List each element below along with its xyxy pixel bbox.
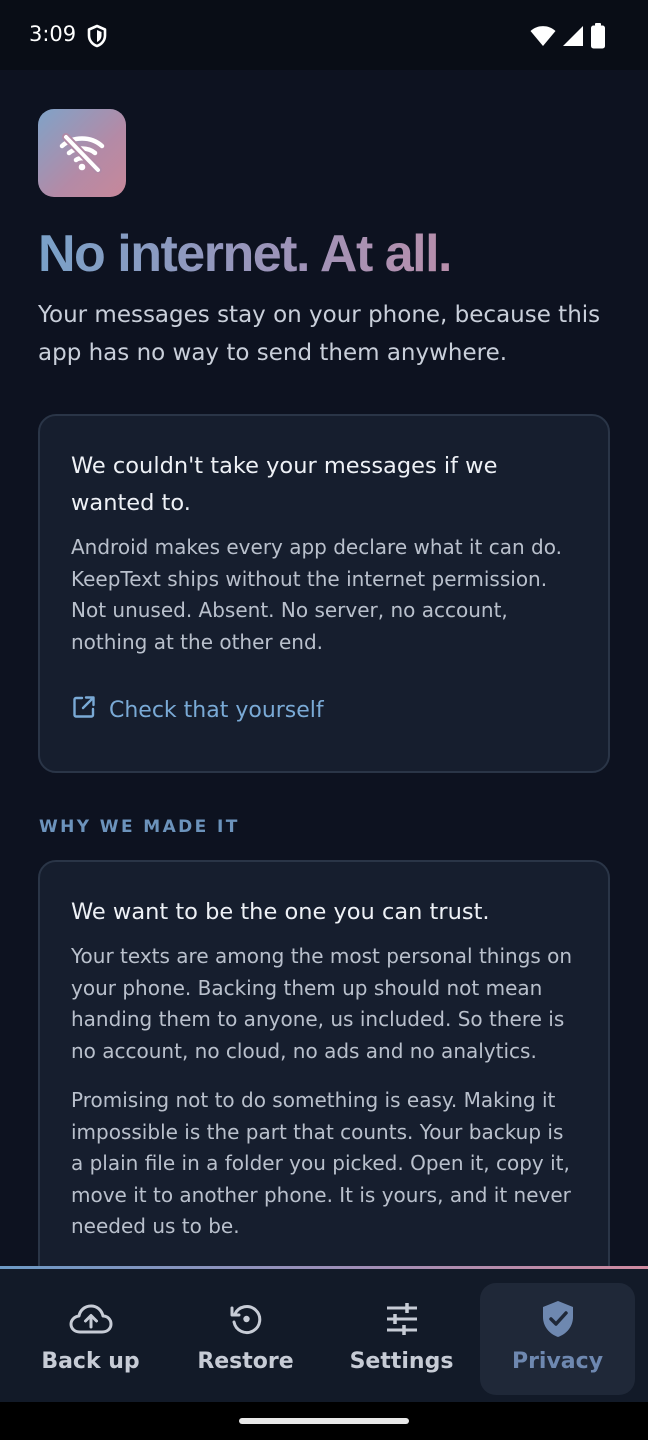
wifi-off-icon (38, 109, 126, 197)
nav-label: Restore (197, 1349, 294, 1374)
nav-label: Back up (41, 1349, 140, 1374)
bottom-navigation: Back up Restore Settings Privacy (0, 1269, 648, 1402)
page-subtitle: Your messages stay on your phone, becaus… (38, 302, 601, 366)
check-yourself-link[interactable]: Check that yourself (71, 694, 324, 726)
shield-icon (86, 24, 108, 48)
nav-item-restore[interactable]: Restore (168, 1283, 323, 1395)
trust-card-paragraph: Your texts are among the most personal t… (71, 944, 573, 1063)
home-gesture-handle[interactable] (239, 1418, 409, 1424)
wifi-icon (530, 25, 556, 51)
tune-icon (385, 1303, 419, 1335)
history-icon (229, 1303, 263, 1335)
page-title: No internet. At all. (38, 220, 618, 288)
permission-card-title: We couldn't take your messages if we wan… (71, 453, 498, 516)
gesture-navigation-area (0, 1402, 648, 1440)
permission-card-body: Android makes every app declare what it … (71, 535, 562, 654)
cloud-upload-icon (69, 1303, 113, 1335)
trust-card-paragraph: Promising not to do something is easy. M… (71, 1088, 571, 1238)
section-heading: WHY WE MADE IT (39, 817, 240, 837)
screen: 3:09 No internet. At all. Your messages … (0, 0, 648, 1440)
trust-card: We want to be the one you can trust. You… (38, 860, 610, 1267)
permission-card: We couldn't take your messages if we wan… (38, 414, 610, 773)
status-bar: 3:09 (0, 0, 648, 70)
nav-item-settings[interactable]: Settings (324, 1283, 479, 1395)
nav-item-back-up[interactable]: Back up (13, 1283, 168, 1395)
cell-signal-icon (562, 25, 584, 51)
open-in-new-icon (71, 694, 97, 726)
nav-label: Privacy (511, 1349, 604, 1374)
privacy-content[interactable]: No internet. At all. Your messages stay … (0, 70, 648, 1267)
check-yourself-label: Check that yourself (109, 697, 324, 723)
nav-item-privacy[interactable]: Privacy (480, 1283, 635, 1395)
status-icons (530, 23, 606, 53)
status-time: 3:09 (29, 22, 77, 46)
trust-card-title: We want to be the one you can trust. (71, 899, 490, 925)
nav-label: Settings (349, 1349, 454, 1374)
shield-check-icon (541, 1301, 575, 1337)
battery-icon (590, 23, 606, 53)
